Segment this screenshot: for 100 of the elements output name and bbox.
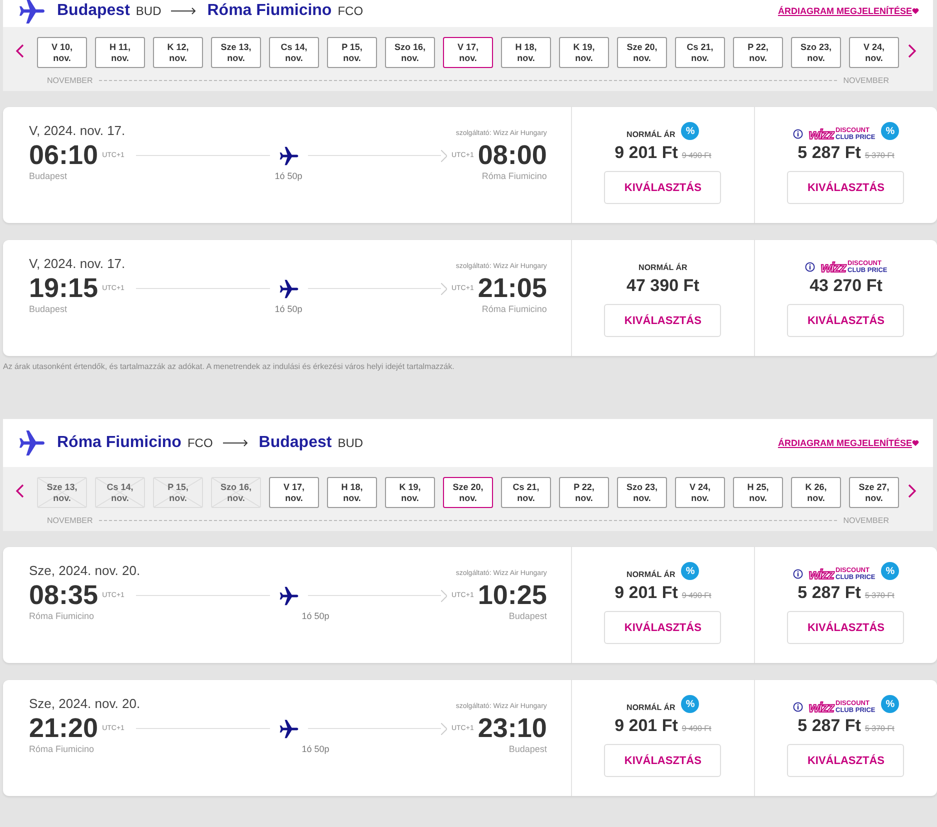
date-tab[interactable]: K 19, nov. <box>385 477 435 508</box>
date-tab[interactable]: H 11, nov. <box>95 37 145 68</box>
flight-date: V, 2024. nov. 17. <box>29 123 126 138</box>
arrow-icon <box>171 6 198 14</box>
arrival-city: Budapest <box>508 744 547 754</box>
info-icon[interactable] <box>792 129 803 139</box>
fare-label: NORMÁL ÁR <box>626 702 676 712</box>
arrival-time: 08:00 <box>478 140 547 171</box>
select-button[interactable]: KIVÁLASZTÁS <box>604 744 722 777</box>
select-button[interactable]: KIVÁLASZTÁS <box>787 611 904 644</box>
date-tab[interactable]: V 24, nov. <box>675 477 725 508</box>
month-label: NOVEMBER <box>47 76 93 85</box>
price: 9 201 Ft <box>614 143 678 163</box>
arrow-icon <box>222 439 249 447</box>
arrow-head-icon <box>441 590 448 602</box>
departure-time: 19:15 <box>29 273 98 304</box>
date-tab[interactable]: Sze 20, nov. <box>617 37 667 68</box>
discount-badge: % <box>681 695 700 713</box>
date-tab[interactable]: V 17, nov. <box>443 37 493 68</box>
old-price: 9 490 Ft <box>682 591 712 600</box>
info-icon[interactable] <box>792 702 803 712</box>
departure-city: Róma Fiumicino <box>29 744 94 754</box>
old-price: 5 370 Ft <box>864 151 894 160</box>
plane-icon <box>278 144 300 166</box>
destination-city: Budapest <box>258 434 332 452</box>
date-tab[interactable]: K 12, nov. <box>153 37 203 68</box>
date-tab[interactable]: V 10, nov. <box>37 37 87 68</box>
price: 9 201 Ft <box>614 716 678 736</box>
discount-badge: % <box>681 562 700 580</box>
arrival-city: Róma Fiumicino <box>482 171 547 181</box>
arrival-city: Róma Fiumicino <box>482 304 547 314</box>
date-tab[interactable]: V 17, nov. <box>269 477 319 508</box>
old-price: 9 490 Ft <box>682 724 712 733</box>
date-tab[interactable]: H 18, nov. <box>327 477 377 508</box>
old-price: 5 370 Ft <box>864 724 894 733</box>
date-tab[interactable]: K 26, nov. <box>791 477 841 508</box>
old-price: 5 370 Ft <box>864 591 894 600</box>
date-tab[interactable]: P 15, nov. <box>327 37 377 68</box>
duration: 1ó 50p <box>302 611 330 621</box>
price-chart-link[interactable]: ÁRDIAGRAM MEGJELENÍTÉSE <box>778 438 919 448</box>
date-tab[interactable]: H 18, nov. <box>501 37 551 68</box>
airport-code: FCO <box>187 436 213 450</box>
airport-code: FCO <box>338 4 364 18</box>
departure-city: Budapest <box>29 304 68 314</box>
heart-icon <box>912 440 919 446</box>
price-chart-link[interactable]: ÁRDIAGRAM MEGJELENÍTÉSE <box>778 6 919 16</box>
month-label: NOVEMBER <box>47 516 93 525</box>
price: 47 390 Ft <box>626 276 700 296</box>
date-tab[interactable]: Szo 23, nov. <box>617 477 667 508</box>
date-tab[interactable]: Sze 27, nov. <box>849 477 899 508</box>
select-button[interactable]: KIVÁLASZTÁS <box>787 744 904 777</box>
month-label: NOVEMBER <box>843 76 889 85</box>
duration: 1ó 50p <box>274 171 302 181</box>
fare-label: NORMÁL ÁR <box>626 570 676 578</box>
plane-icon <box>278 718 300 740</box>
arrow-head-icon <box>441 150 448 162</box>
date-tab[interactable]: P 22, nov. <box>559 477 609 508</box>
date-tab[interactable]: Sze 13, nov. <box>211 37 261 68</box>
origin-city: Róma Fiumicino <box>57 434 182 452</box>
select-button[interactable]: KIVÁLASZTÁS <box>604 611 722 644</box>
price-note: Az árak utasonként értendők, és tartalmazzák az adókat. A menetrendek az indulási és érkezési város helyi idejét tartalmazzák. <box>3 362 456 371</box>
duration: 1ó 50p <box>274 304 302 314</box>
info-icon[interactable] <box>792 569 803 579</box>
fare-label: NORMÁL ÁR <box>638 262 688 272</box>
old-price: 9 490 Ft <box>682 151 712 160</box>
heart-icon <box>912 8 919 14</box>
select-button[interactable]: KIVÁLASZTÁS <box>604 304 722 337</box>
month-label: NOVEMBER <box>843 516 889 525</box>
price: 5 287 Ft <box>798 143 861 163</box>
duration: 1ó 50p <box>302 744 330 754</box>
price: 5 287 Ft <box>798 583 861 603</box>
date-tab[interactable]: H 25, nov. <box>733 477 783 508</box>
select-button[interactable]: KIVÁLASZTÁS <box>787 304 904 337</box>
discount-badge: % <box>681 122 700 140</box>
departure-city: Budapest <box>29 171 68 181</box>
price: 5 287 Ft <box>798 716 861 736</box>
select-button[interactable]: KIVÁLASZTÁS <box>787 171 904 204</box>
airport-code: BUD <box>338 436 364 450</box>
date-tab[interactable]: K 19, nov. <box>559 37 609 68</box>
arrival-city: Budapest <box>508 611 547 621</box>
fare-label: NORMÁL ÁR <box>626 130 676 138</box>
departure-city: Róma Fiumicino <box>29 611 94 621</box>
arrow-head-icon <box>441 282 448 294</box>
date-tab[interactable]: Szo 23, nov. <box>791 37 841 68</box>
arrival-time: 10:25 <box>478 580 547 611</box>
arrival-time: 21:05 <box>478 273 547 304</box>
date-tab[interactable]: V 24, nov. <box>849 37 899 68</box>
departure-time: 21:20 <box>29 713 98 744</box>
date-tab[interactable]: Cs 14, nov. <box>269 37 319 68</box>
date-tab[interactable]: Szo 16, nov. <box>385 37 435 68</box>
date-tab[interactable]: Cs 21, nov. <box>675 37 725 68</box>
date-tab[interactable]: P 22, nov. <box>733 37 783 68</box>
date-tab[interactable]: Sze 20, nov. <box>443 477 493 508</box>
info-icon[interactable] <box>804 262 815 272</box>
flight-date: V, 2024. nov. 17. <box>29 256 126 271</box>
airport-code: BUD <box>136 4 162 18</box>
flight-date: Sze, 2024. nov. 20. <box>29 696 140 711</box>
plane-icon <box>17 428 47 458</box>
date-tab[interactable]: Cs 21, nov. <box>501 477 551 508</box>
select-button[interactable]: KIVÁLASZTÁS <box>604 171 722 204</box>
